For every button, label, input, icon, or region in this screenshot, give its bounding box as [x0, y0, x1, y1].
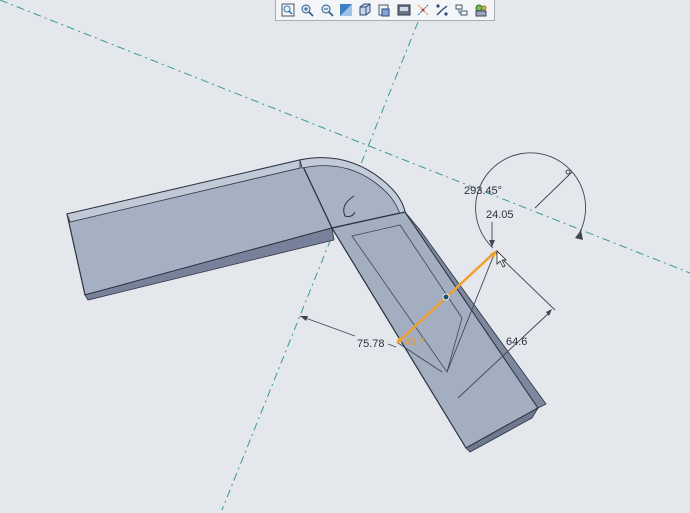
- length-dimension-left-label[interactable]: 75.78: [357, 338, 385, 350]
- mouse-cursor-icon: [496, 250, 507, 268]
- length-dimension-left[interactable]: 75.78: [299, 315, 397, 350]
- angle-dimension[interactable]: 293.45°: [464, 152, 587, 249]
- offset-dimension-label[interactable]: 24.05: [486, 209, 514, 221]
- active-dimension-label[interactable]: 46.7: [405, 337, 425, 348]
- length-dimension-right-label[interactable]: 64.6: [506, 336, 527, 348]
- angle-dimension-label[interactable]: 293.45°: [464, 185, 502, 197]
- graphics-viewport[interactable]: 293.45° 24.05 75.78 64.6 46.7: [0, 0, 690, 513]
- length-dimension-right[interactable]: 64.6: [506, 309, 552, 348]
- offset-dimension[interactable]: 24.05: [486, 209, 514, 247]
